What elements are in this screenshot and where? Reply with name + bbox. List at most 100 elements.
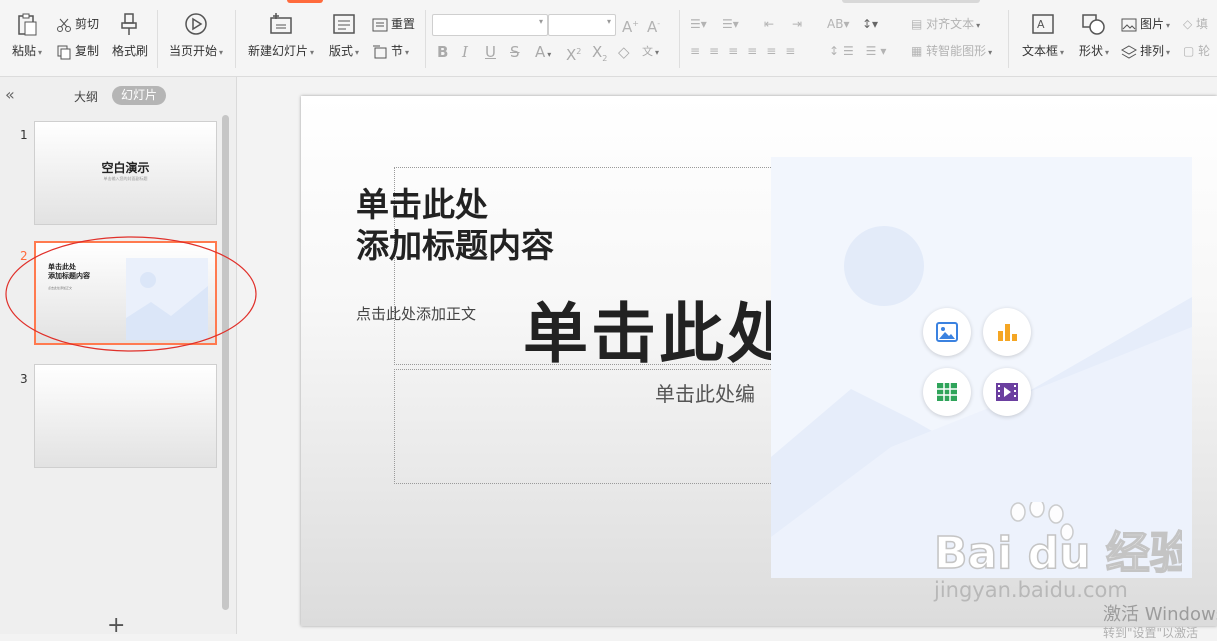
reset-label: 重置 xyxy=(391,17,416,31)
strikethrough-icon[interactable]: S xyxy=(510,42,520,62)
cut-button[interactable]: 剪切 xyxy=(56,14,99,34)
divider xyxy=(157,10,158,68)
tab-outline[interactable]: 大纲 xyxy=(74,88,98,105)
slide-canvas[interactable]: 单击此处 添加标题内容 点击此处添加正文 单击此处 单击此处编 xyxy=(301,96,1217,626)
divider xyxy=(679,10,680,68)
slide-number: 1 xyxy=(20,128,28,142)
picture-icon xyxy=(1121,18,1137,31)
tab-slides[interactable]: 幻灯片 xyxy=(112,86,167,105)
section-icon xyxy=(373,45,387,58)
new-slide-button[interactable]: 新建幻灯片 ▾ xyxy=(246,12,316,59)
font-color-icon[interactable]: A ▾ xyxy=(535,42,551,62)
thumb-title: 空白演示 xyxy=(101,161,150,175)
picture-button[interactable]: 图片 ▾ xyxy=(1121,14,1170,34)
format-painter-button[interactable]: 格式刷 xyxy=(110,12,150,59)
decrease-font-icon[interactable]: A- xyxy=(647,14,660,36)
outline-button[interactable]: ▢ 轮 xyxy=(1183,41,1210,61)
slide-thumbnail-3[interactable] xyxy=(34,364,217,468)
content-placeholder[interactable] xyxy=(771,157,1192,578)
shape-button[interactable]: 形状 ▾ xyxy=(1076,12,1112,59)
picture-label: 图片 xyxy=(1140,17,1165,31)
eraser-icon[interactable]: ◇ xyxy=(618,42,630,62)
font-size-select[interactable]: ▾ xyxy=(548,14,616,36)
font-name-select[interactable]: ▾ xyxy=(432,14,548,36)
insert-video-button[interactable] xyxy=(983,368,1031,416)
slide-thumbnail-2[interactable]: 单击此处 添加标题内容 点击此处添加正文 xyxy=(34,241,217,345)
thumb-body: 点击此处添加正文 xyxy=(48,286,73,290)
underline-icon[interactable]: U xyxy=(485,42,496,62)
numbered-list-icon[interactable]: ☰▾ xyxy=(722,14,739,34)
play-icon xyxy=(185,13,207,35)
slide-body-text[interactable]: 点击此处添加正文 xyxy=(356,303,476,324)
copy-icon xyxy=(57,45,71,59)
layout-button[interactable]: 版式 ▾ xyxy=(326,12,362,59)
activate-windows-text: 激活 Windows xyxy=(1103,604,1217,625)
paste-button[interactable]: 粘贴 ▾ xyxy=(10,12,44,59)
thumb-subtitle: 单击输入您的封面副标题 xyxy=(103,176,148,181)
smartart-label: 转智能图形 xyxy=(926,44,987,58)
subscript-icon[interactable]: X2 xyxy=(592,42,607,63)
new-slide-label: 新建幻灯片 xyxy=(247,44,308,58)
fill-label: 填 xyxy=(1196,17,1209,31)
phonetic-icon[interactable]: 文 ▾ xyxy=(642,42,659,62)
overlapping-title[interactable]: 单击此处 xyxy=(523,281,795,375)
slide-title-text: 单击此处 添加标题内容 xyxy=(356,185,554,265)
overlapping-subtitle[interactable]: 单击此处编 xyxy=(655,378,755,407)
divider xyxy=(425,10,426,68)
watermark-url: jingyan.baidu.com xyxy=(934,578,1128,602)
video-icon xyxy=(996,383,1018,401)
column-spacing-group[interactable]: ↕☰ ☰▾ xyxy=(829,41,890,61)
slide-title[interactable]: 单击此处 添加标题内容 xyxy=(356,184,554,266)
slide-thumbnail-1[interactable]: 空白演示 单击输入您的封面副标题 xyxy=(34,121,217,225)
arrange-button[interactable]: 排列 ▾ xyxy=(1120,41,1170,61)
paste-label: 粘贴 xyxy=(11,44,36,58)
play-from-current-button[interactable]: 当页开始 ▾ xyxy=(168,12,224,59)
align-text-label: 对齐文本 xyxy=(926,17,975,31)
slide-number: 2 xyxy=(20,249,28,263)
svg-text:A: A xyxy=(1037,18,1045,31)
format-painter-label: 格式刷 xyxy=(111,44,148,58)
paragraph-align-group[interactable]: ≡≡≡≡≡≡ xyxy=(690,41,804,61)
decrease-indent-icon[interactable]: ⇤ xyxy=(764,14,774,34)
paste-icon xyxy=(18,13,37,36)
section-button[interactable]: 节 ▾ xyxy=(372,41,409,61)
activate-windows-subtext: 转到"设置"以激活 xyxy=(1103,626,1199,640)
textbox-icon: A xyxy=(1032,14,1054,34)
copy-button[interactable]: 复制 xyxy=(56,41,99,61)
thumb-title: 单击此处 添加标题内容 xyxy=(48,263,90,280)
increase-font-icon[interactable]: A+ xyxy=(622,14,639,36)
layout-label: 版式 xyxy=(328,44,353,58)
cut-label: 剪切 xyxy=(75,17,100,31)
add-slide-button[interactable]: + xyxy=(107,613,125,638)
bold-icon[interactable]: B xyxy=(437,42,448,62)
reset-icon xyxy=(372,18,388,31)
slide-navigation-panel: « 大纲 幻灯片 1 空白演示 单击输入您的封面副标题 2 单击此处 添加标题内… xyxy=(0,77,237,638)
divider xyxy=(1008,10,1009,68)
italic-icon[interactable]: I xyxy=(462,42,468,62)
smartart-button[interactable]: ▦ 转智能图形 ▾ xyxy=(911,41,992,61)
fill-button[interactable]: ◇ 填 xyxy=(1183,14,1208,34)
reset-button[interactable]: 重置 xyxy=(372,14,415,34)
insert-chart-button[interactable] xyxy=(983,308,1031,356)
line-spacing-icon[interactable]: ↕▾ xyxy=(862,14,878,34)
insert-table-button[interactable] xyxy=(923,368,971,416)
table-icon xyxy=(937,383,957,401)
bar-chart-icon xyxy=(998,324,1017,341)
mountain-icon xyxy=(126,272,208,340)
brush-icon xyxy=(121,13,137,35)
collapse-panel-icon[interactable]: « xyxy=(5,85,15,104)
textbox-button[interactable]: A 文本框 ▾ xyxy=(1018,12,1068,59)
text-direction-icon[interactable]: AB▾ xyxy=(827,14,849,34)
shape-icon xyxy=(1082,14,1105,35)
bullet-list-icon[interactable]: ☰▾ xyxy=(690,14,707,34)
increase-indent-icon[interactable]: ⇥ xyxy=(792,14,802,34)
align-text-button[interactable]: ▤ 对齐文本 ▾ xyxy=(911,14,980,34)
outline-label: 轮 xyxy=(1198,44,1211,58)
ribbon-toolbar: 粘贴 ▾ 剪切 复制 格式刷 当页开始 ▾ 新建幻灯片 ▾ 版式 ▾ 重置 节 ▾ ▾ ▾… xyxy=(0,0,1217,77)
thumb-picture-placeholder xyxy=(126,258,208,340)
panel-scrollbar[interactable] xyxy=(222,115,229,610)
layers-icon xyxy=(1120,44,1138,59)
superscript-icon[interactable]: X2 xyxy=(566,42,581,64)
picture-icon xyxy=(936,322,958,342)
insert-picture-button[interactable] xyxy=(923,308,971,356)
